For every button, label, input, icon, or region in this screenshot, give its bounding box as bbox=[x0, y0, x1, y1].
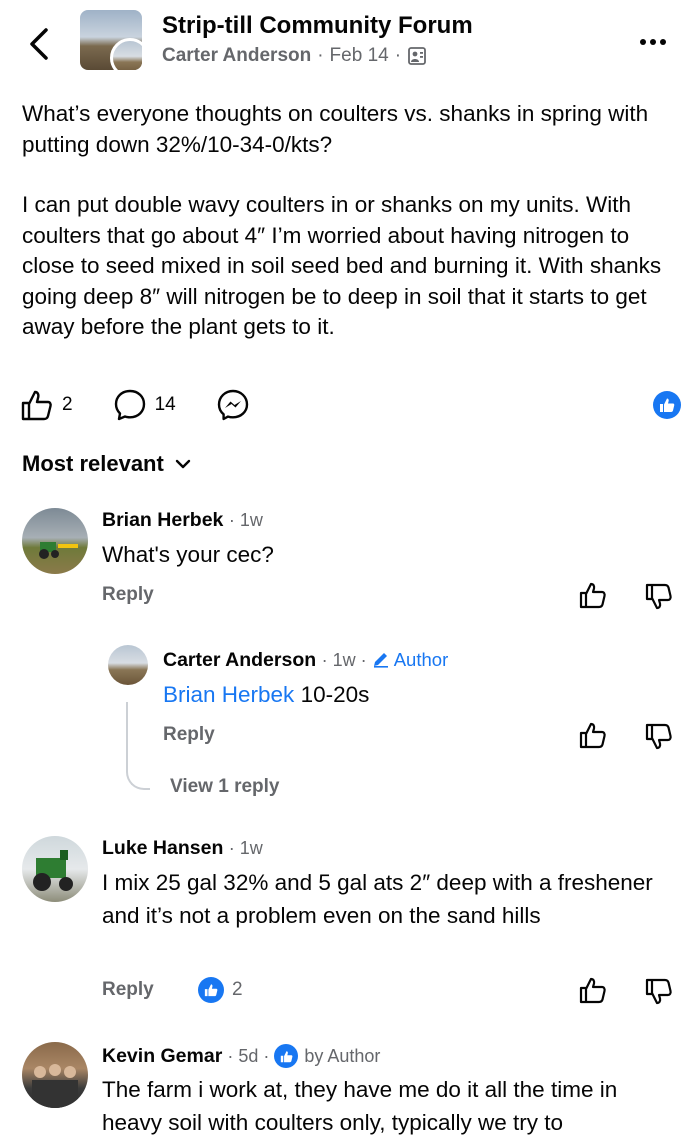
share-messenger-button[interactable] bbox=[216, 388, 250, 422]
chevron-left-icon[interactable] bbox=[22, 24, 58, 64]
like-reaction-icon bbox=[198, 977, 224, 1003]
comment-text: The farm i work at, they have me do it a… bbox=[102, 1077, 618, 1135]
commenter-name-text: Luke Hansen bbox=[102, 837, 224, 859]
reaction-number: 2 bbox=[232, 979, 243, 1000]
post-paragraph: I can put double wavy coulters in or sha… bbox=[22, 192, 662, 339]
post-text: What’s everyone thoughts on coulters vs.… bbox=[22, 99, 682, 343]
commenter-name-text: Brian Herbek bbox=[102, 509, 224, 531]
commenter-avatar[interactable] bbox=[22, 836, 88, 902]
comment-text: Brian Herbek 10-20s bbox=[163, 678, 663, 711]
post-actions: 2 14 bbox=[20, 386, 680, 424]
group-name[interactable]: Strip-till Community Forum bbox=[162, 12, 473, 40]
comment-time: 5d bbox=[238, 1045, 259, 1066]
view-replies-link[interactable]: View 1 reply bbox=[170, 776, 280, 798]
like-count: 2 bbox=[62, 394, 73, 415]
post-date[interactable]: Feb 14 bbox=[330, 45, 389, 67]
comment-bubble-icon bbox=[114, 389, 145, 421]
more-options-button[interactable] bbox=[640, 32, 680, 56]
commenter-avatar[interactable] bbox=[22, 508, 88, 574]
comment-time: 1w bbox=[239, 838, 263, 858]
commenter-avatar[interactable] bbox=[22, 1042, 88, 1108]
author-label: Author bbox=[393, 649, 449, 670]
like-button[interactable]: 2 bbox=[20, 388, 73, 422]
thumbs-up-icon bbox=[21, 390, 52, 421]
reply-button[interactable]: Reply bbox=[102, 979, 154, 1001]
author-badge: Author bbox=[372, 649, 449, 670]
reaction-count[interactable]: 2 bbox=[198, 977, 243, 1003]
commenter-name-text: Kevin Gemar bbox=[102, 1044, 223, 1067]
commenter-name[interactable]: Carter Anderson · 1w · Author bbox=[163, 649, 448, 672]
sort-label: Most relevant bbox=[22, 451, 164, 476]
thread-connector bbox=[126, 702, 150, 790]
messenger-icon bbox=[217, 389, 248, 421]
commenter-name[interactable]: Luke Hansen · 1w bbox=[102, 837, 263, 860]
commenter-name-text: Carter Anderson bbox=[163, 649, 317, 671]
post-header: Strip-till Community Forum Carter Anders… bbox=[0, 0, 700, 82]
upvote-icon[interactable] bbox=[578, 975, 608, 1005]
like-reaction-icon[interactable] bbox=[653, 391, 681, 419]
comment-text-body: 10-20s bbox=[294, 682, 370, 707]
author-avatar[interactable] bbox=[110, 38, 142, 70]
reply-button[interactable]: Reply bbox=[102, 584, 154, 606]
post-meta: Carter Anderson · Feb 14 · bbox=[162, 45, 427, 67]
comment-sort-dropdown[interactable]: Most relevant bbox=[22, 451, 192, 477]
comment-button[interactable]: 14 bbox=[113, 388, 176, 422]
mention-link[interactable]: Brian Herbek bbox=[163, 682, 294, 707]
downvote-icon[interactable] bbox=[644, 977, 674, 1007]
chevron-down-icon bbox=[175, 459, 191, 469]
commenter-name[interactable]: Kevin Gemar · 5d · by Author bbox=[102, 1044, 380, 1068]
pencil-icon bbox=[373, 653, 388, 668]
downvote-icon[interactable] bbox=[644, 582, 674, 612]
comment-time: 1w bbox=[239, 510, 263, 530]
comment-time: 1w bbox=[332, 650, 356, 670]
reply-button[interactable]: Reply bbox=[163, 724, 215, 746]
comment-text: What's your cec? bbox=[102, 542, 274, 567]
separator: · bbox=[317, 45, 324, 66]
separator: · bbox=[394, 45, 402, 66]
upvote-icon[interactable] bbox=[578, 720, 608, 750]
commenter-avatar[interactable] bbox=[108, 645, 148, 685]
commenter-name[interactable]: Brian Herbek · 1w bbox=[102, 509, 263, 532]
like-reaction-icon bbox=[274, 1044, 299, 1068]
members-icon bbox=[408, 47, 426, 65]
upvote-icon[interactable] bbox=[578, 580, 608, 610]
liked-by-author: by Author bbox=[304, 1045, 381, 1066]
comment-count: 14 bbox=[154, 394, 176, 415]
comment-text: I mix 25 gal 32% and 5 gal ats 2″ deep w… bbox=[102, 870, 653, 928]
downvote-icon[interactable] bbox=[644, 722, 674, 752]
post-paragraph: What’s everyone thoughts on coulters vs.… bbox=[22, 101, 649, 157]
post-author[interactable]: Carter Anderson bbox=[162, 45, 311, 67]
group-cover-image[interactable] bbox=[80, 10, 142, 70]
